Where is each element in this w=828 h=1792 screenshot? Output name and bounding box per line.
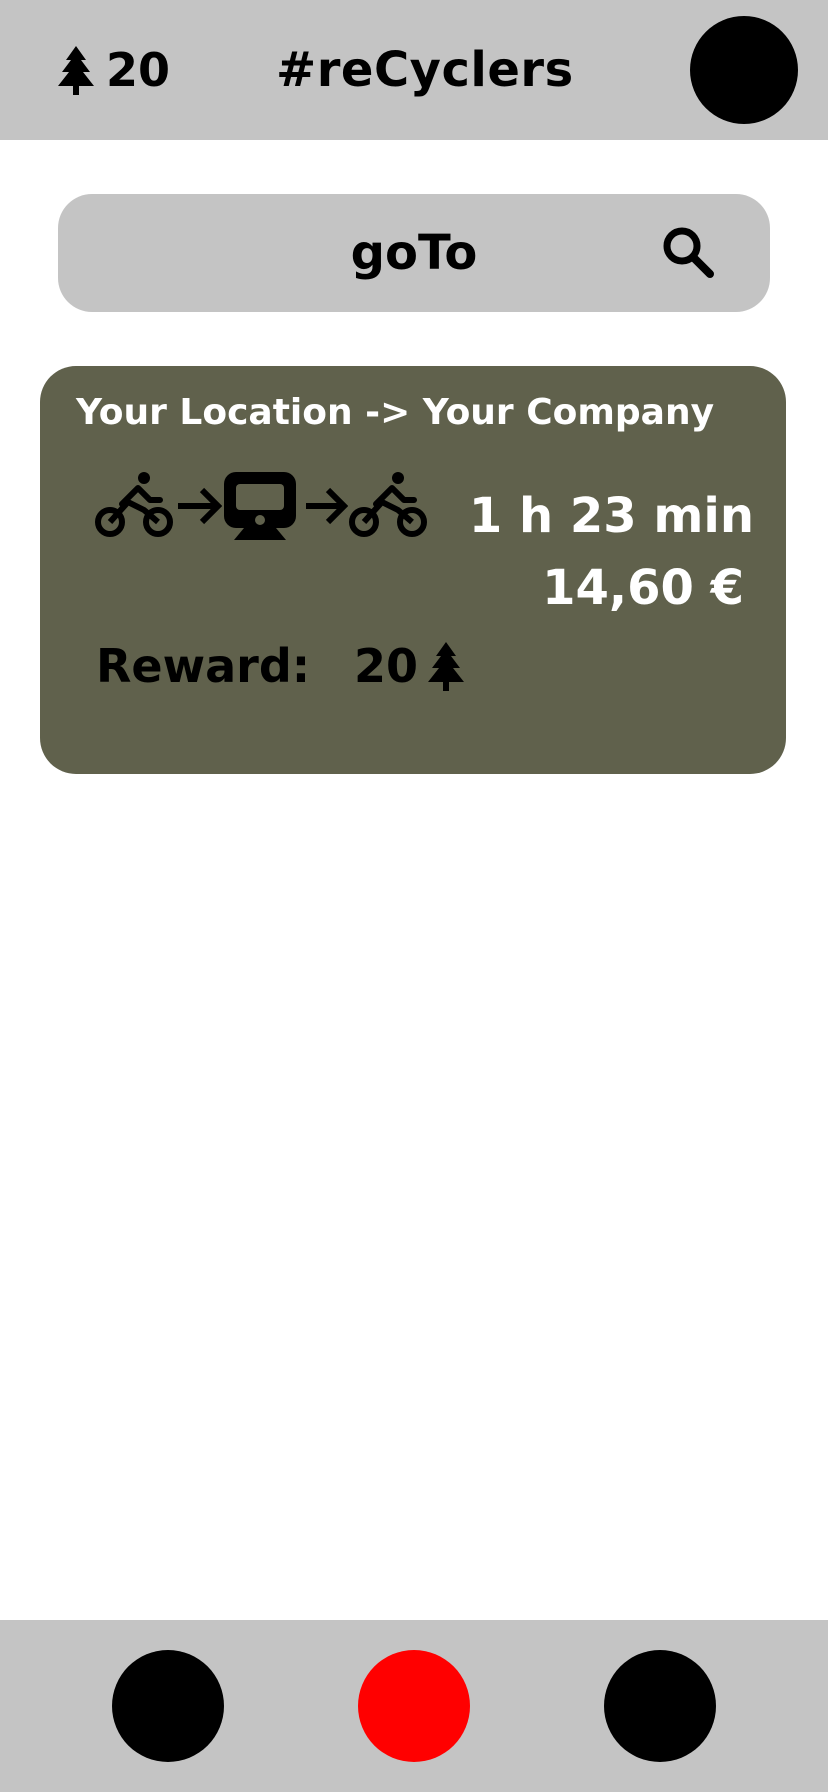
nav-button-left[interactable] (112, 1650, 224, 1762)
app-title: #reCyclers (276, 42, 574, 98)
bike-icon (349, 472, 427, 537)
route-price: 14,60 € (542, 560, 744, 616)
profile-avatar[interactable] (690, 16, 798, 124)
route-duration: 1 h 23 min (468, 488, 754, 544)
reward-label: Reward: (96, 639, 311, 693)
route-title: Your Location -> Your Company (76, 392, 715, 433)
bike-icon (95, 472, 173, 537)
transport-legs (94, 466, 430, 546)
search-icon[interactable] (660, 224, 716, 280)
app-screen: 20 #reCyclers goTo Your Location -> Your… (0, 0, 828, 1792)
arrow-right-icon (306, 487, 348, 525)
search-bar[interactable]: goTo (58, 194, 770, 312)
top-bar: 20 #reCyclers (0, 0, 828, 140)
nav-button-center[interactable] (358, 1650, 470, 1762)
bottom-nav (0, 1620, 828, 1792)
tree-counter: 20 (56, 40, 170, 100)
nav-button-right[interactable] (604, 1650, 716, 1762)
route-card[interactable]: Your Location -> Your Company 1 h 23 min… (40, 366, 786, 774)
reward-value: 20 (354, 636, 466, 696)
reward-amount: 20 (354, 639, 419, 693)
tree-icon (58, 46, 94, 95)
arrow-right-icon (178, 487, 222, 525)
tree-count: 20 (106, 43, 171, 97)
train-icon (224, 472, 296, 540)
tree-icon (428, 642, 465, 691)
